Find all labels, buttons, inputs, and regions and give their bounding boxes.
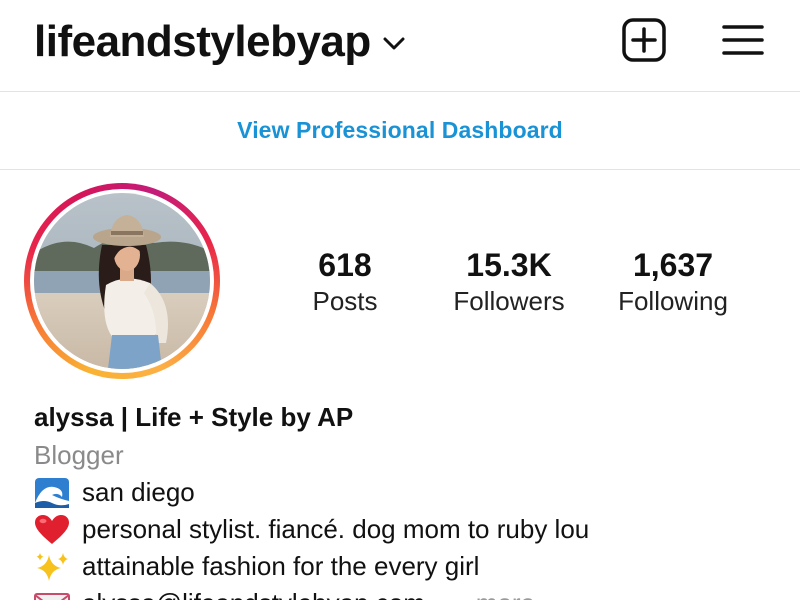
wave-emoji — [34, 477, 72, 509]
view-professional-dashboard-link[interactable]: View Professional Dashboard — [237, 117, 563, 144]
following-stat[interactable]: 1,637 Following — [604, 245, 742, 317]
posts-stat[interactable]: 618 Posts — [285, 245, 405, 317]
profile-bio: alyssa | Life + Style by AP Blogger san … — [34, 398, 794, 600]
bio-line-tagline: attainable fashion for the every girl — [34, 548, 794, 585]
bio-line-email: alyssa@lifeandstylebyap.com ... more — [34, 585, 794, 600]
followers-label: Followers — [453, 286, 565, 316]
followers-count: 15.3K — [466, 247, 552, 283]
bio-line-location: san diego — [34, 474, 794, 511]
followers-stat[interactable]: 15.3K Followers — [440, 245, 578, 317]
account-switcher[interactable]: lifeandstylebyap — [34, 12, 405, 72]
posts-label: Posts — [312, 286, 378, 316]
chevron-down-icon — [383, 37, 405, 51]
posts-count: 618 — [318, 247, 372, 283]
category-label: Blogger — [34, 440, 124, 470]
email-link[interactable]: alyssa@lifeandstylebyap.com — [82, 588, 425, 600]
story-ring[interactable] — [24, 183, 220, 379]
more-link[interactable]: ... more — [447, 588, 535, 600]
display-name: alyssa | Life + Style by AP — [34, 402, 354, 432]
top-header: lifeandstylebyap — [0, 0, 800, 92]
hamburger-menu-icon — [722, 25, 764, 55]
bio-line-text: personal stylist. fiancé. dog mom to rub… — [82, 514, 590, 544]
profile-photo[interactable] — [34, 193, 210, 369]
avatar-border — [30, 189, 214, 373]
username: lifeandstylebyap — [34, 17, 371, 66]
sparkles-emoji — [34, 551, 72, 583]
bio-line-text: attainable fashion for the every girl — [82, 551, 480, 581]
instagram-profile-screen: lifeandstylebyap View Professional Dashb… — [0, 0, 800, 600]
new-post-button[interactable] — [620, 18, 668, 62]
plus-square-icon — [622, 18, 666, 62]
professional-dashboard-bar: View Professional Dashboard — [0, 92, 800, 170]
bio-line-about: personal stylist. fiancé. dog mom to rub… — [34, 511, 794, 548]
menu-button[interactable] — [720, 20, 766, 60]
following-label: Following — [618, 286, 728, 316]
bio-line-text: san diego — [82, 477, 195, 507]
red-heart-emoji — [34, 514, 72, 546]
envelope-emoji — [34, 588, 72, 600]
following-count: 1,637 — [632, 247, 714, 283]
